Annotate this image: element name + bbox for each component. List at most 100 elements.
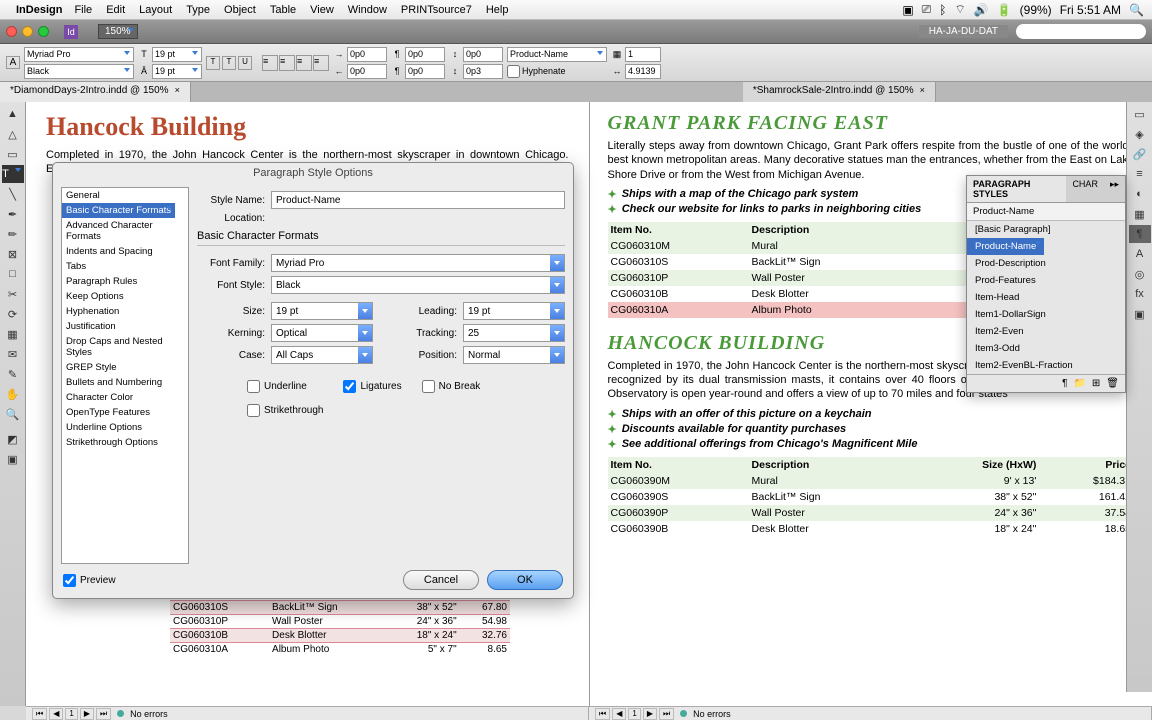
case-select[interactable]: All Caps — [271, 346, 373, 364]
doc-tab-2[interactable]: *ShamrockSale-2Intro.indd @ 150%× — [743, 82, 936, 102]
style-item[interactable]: Prod-Features — [967, 272, 1125, 289]
links-panel-icon[interactable]: 🔗 — [1129, 145, 1151, 163]
menu-printsource[interactable]: PRINTsource7 — [401, 4, 472, 16]
menu-edit[interactable]: Edit — [106, 4, 125, 16]
character-mode-button[interactable]: A — [6, 56, 20, 69]
style-item[interactable]: Prod-Description — [967, 255, 1125, 272]
font-style-select[interactable]: Black — [24, 64, 134, 79]
style-item[interactable]: Item2-EvenBL-Fraction — [967, 357, 1125, 374]
page-nav[interactable]: ⏮◀1▶⏭ — [595, 708, 674, 720]
strikethrough-checkbox[interactable]: Strikethrough — [247, 404, 323, 417]
stroke-panel-icon[interactable]: ≡ — [1129, 165, 1151, 183]
window-minimize-button[interactable] — [22, 26, 33, 37]
paragraph-style-select[interactable]: Product-Name — [507, 47, 607, 62]
preflight-status[interactable]: No errors — [693, 709, 731, 719]
menu-object[interactable]: Object — [224, 4, 256, 16]
note-tool[interactable]: ✉ — [2, 345, 24, 363]
position-select[interactable]: Normal — [463, 346, 565, 364]
fill-stroke-swatch[interactable]: ◩ — [2, 430, 24, 448]
help-search-input[interactable] — [1016, 24, 1146, 39]
menu-window[interactable]: Window — [348, 4, 387, 16]
style-item[interactable]: Item-Head — [967, 289, 1125, 306]
style-item[interactable]: Item1-DollarSign — [967, 306, 1125, 323]
menu-layout[interactable]: Layout — [139, 4, 172, 16]
text-wrap-panel-icon[interactable]: ▣ — [1129, 305, 1151, 323]
delete-style-icon[interactable]: 🗑 — [1106, 378, 1119, 389]
app-name[interactable]: InDesign — [16, 4, 62, 16]
rectangle-tool[interactable]: □ — [2, 265, 24, 283]
character-styles-panel-icon[interactable]: A — [1129, 245, 1151, 263]
category-list[interactable]: General Basic Character Formats Advanced… — [61, 187, 189, 564]
object-styles-panel-icon[interactable]: ◎ — [1129, 265, 1151, 283]
menu-view[interactable]: View — [310, 4, 334, 16]
selection-tool[interactable]: ▲ — [2, 105, 24, 123]
gradient-tool[interactable]: ▦ — [2, 325, 24, 343]
volume-icon[interactable]: 🔊 — [974, 3, 989, 17]
direct-selection-tool[interactable]: △ — [2, 125, 24, 143]
preflight-status-icon[interactable] — [680, 710, 687, 717]
columns-input[interactable] — [625, 47, 661, 62]
style-item[interactable]: Item3-Odd — [967, 340, 1125, 357]
pen-tool[interactable]: ✒ — [2, 205, 24, 223]
style-item[interactable]: Item2-Even — [967, 323, 1125, 340]
pencil-tool[interactable]: ✏ — [2, 225, 24, 243]
category-item[interactable]: OpenType Features — [62, 405, 188, 420]
font-size-select[interactable]: 19 pt — [152, 47, 202, 62]
zoom-tool[interactable]: 🔍 — [2, 405, 24, 423]
bluetooth-icon[interactable]: ᛒ — [939, 3, 946, 17]
airplay-icon[interactable]: ▣ — [902, 3, 913, 17]
screen-icon[interactable]: ⎚ — [922, 2, 932, 17]
underline-button[interactable]: U — [238, 56, 252, 70]
font-style-select[interactable]: Black — [271, 276, 565, 294]
col-width-input[interactable] — [625, 64, 661, 79]
menu-file[interactable]: File — [74, 4, 92, 16]
hand-tool[interactable]: ✋ — [2, 385, 24, 403]
page-nav[interactable]: ⏮◀1▶⏭ — [32, 708, 111, 720]
view-mode-button[interactable]: ▣ — [2, 450, 24, 468]
category-item[interactable]: Basic Character Formats — [62, 203, 175, 218]
rectangle-frame-tool[interactable]: ⊠ — [2, 245, 24, 263]
tab-paragraph-styles[interactable]: PARAGRAPH STYLES — [967, 176, 1066, 202]
menu-type[interactable]: Type — [186, 4, 210, 16]
kerning-select[interactable]: Optical — [271, 324, 373, 342]
category-item[interactable]: Tabs — [62, 259, 188, 274]
layers-panel-icon[interactable]: ◈ — [1129, 125, 1151, 143]
tab-character-styles[interactable]: CHAR — [1066, 176, 1104, 202]
preflight-status-icon[interactable] — [117, 710, 124, 717]
leading-select[interactable]: 19 pt — [463, 302, 565, 320]
category-item[interactable]: Underline Options — [62, 420, 188, 435]
size-select[interactable]: 19 pt — [271, 302, 373, 320]
clear-override-icon[interactable]: ¶ — [1062, 378, 1067, 389]
category-item[interactable]: GREP Style — [62, 360, 188, 375]
eyedropper-tool[interactable]: ✎ — [2, 365, 24, 383]
category-item[interactable]: Justification — [62, 319, 188, 334]
cancel-button[interactable]: Cancel — [403, 570, 479, 590]
wifi-icon[interactable]: ⌔ — [954, 2, 965, 17]
space-after-input[interactable] — [463, 64, 503, 79]
justify-button[interactable]: ≡ — [313, 55, 329, 71]
align-center-button[interactable]: ≡ — [279, 55, 295, 71]
color-panel-icon[interactable]: ◐ — [1129, 185, 1151, 203]
font-family-select[interactable]: Myriad Pro — [24, 47, 134, 62]
category-item[interactable]: Strikethrough Options — [62, 435, 188, 450]
leading-select[interactable]: 19 pt — [152, 64, 202, 79]
category-item[interactable]: Hyphenation — [62, 304, 188, 319]
first-line-input[interactable] — [405, 47, 445, 62]
new-style-icon[interactable]: ⊞ — [1092, 378, 1100, 389]
window-zoom-button[interactable] — [38, 26, 49, 37]
swatches-panel-icon[interactable]: ▦ — [1129, 205, 1151, 223]
battery-icon[interactable]: 🔋 — [997, 3, 1012, 17]
category-item[interactable]: Keep Options — [62, 289, 188, 304]
align-left-button[interactable]: ≡ — [262, 55, 278, 71]
ligatures-checkbox[interactable]: Ligatures — [343, 380, 401, 393]
category-item[interactable]: General — [62, 188, 188, 203]
new-group-icon[interactable]: 📁 — [1073, 378, 1085, 389]
space-before-input[interactable] — [463, 47, 503, 62]
line-tool[interactable]: ╲ — [2, 185, 24, 203]
free-transform-tool[interactable]: ⟳ — [2, 305, 24, 323]
pages-panel-icon[interactable]: ▭ — [1129, 105, 1151, 123]
preview-checkbox[interactable]: Preview — [63, 574, 116, 587]
nobreak-checkbox[interactable]: No Break — [422, 380, 481, 393]
style-name-input[interactable] — [271, 191, 565, 209]
category-item[interactable]: Character Color — [62, 390, 188, 405]
